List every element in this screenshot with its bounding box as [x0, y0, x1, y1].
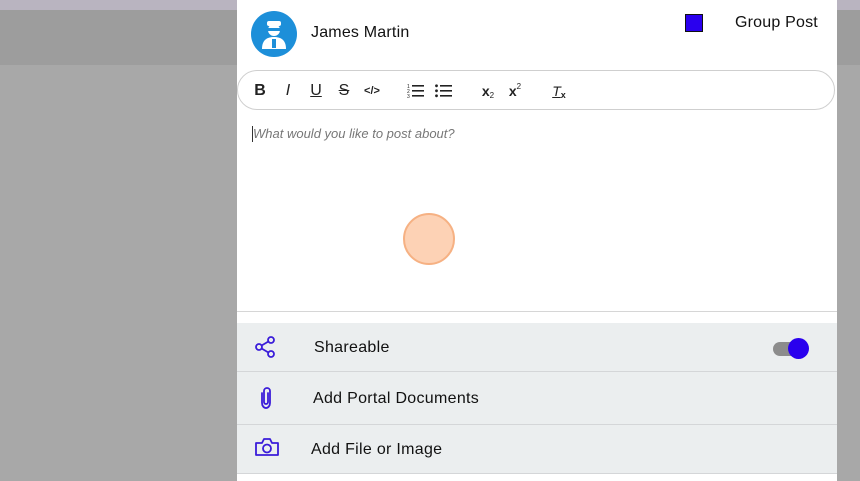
- share-icon: [253, 335, 277, 359]
- svg-text:3: 3: [407, 94, 410, 99]
- formatting-toolbar: B I U S </> 1 2 3 x 2 x 2 T x: [237, 70, 835, 110]
- camera-icon: [254, 436, 280, 458]
- group-post-checkbox[interactable]: [685, 14, 703, 32]
- clear-format-mark: x: [560, 90, 566, 100]
- bullet-list-button[interactable]: [434, 81, 454, 101]
- italic-button[interactable]: I: [280, 81, 296, 101]
- shareable-row[interactable]: Shareable: [237, 323, 837, 372]
- ordered-list-icon: 1 2 3: [407, 84, 424, 99]
- touch-indicator: [403, 213, 455, 265]
- user-name: James Martin: [311, 24, 410, 41]
- file-image-label: Add File or Image: [311, 441, 443, 458]
- superscript-button[interactable]: x2: [505, 81, 525, 101]
- file-image-row[interactable]: Add File or Image: [237, 425, 837, 474]
- bold-button[interactable]: B: [252, 81, 268, 101]
- code-button[interactable]: </>: [362, 81, 382, 101]
- bullet-list-icon: [435, 84, 452, 98]
- clear-format-letter: T: [552, 83, 561, 99]
- clear-format-button[interactable]: Tx: [549, 81, 569, 101]
- paperclip-icon: [255, 386, 277, 410]
- group-post-label[interactable]: Group Post: [735, 14, 818, 32]
- superscript-mark: 2: [516, 81, 522, 91]
- avatar: [251, 11, 297, 57]
- editor-placeholder: What would you like to post about?: [253, 126, 455, 141]
- portal-documents-row[interactable]: Add Portal Documents: [237, 372, 837, 425]
- editor-divider: [237, 311, 837, 312]
- user-avatar-icon: [262, 21, 286, 49]
- shareable-label: Shareable: [314, 339, 390, 356]
- post-composer: James Martin Group Post B I U S </> 1 2 …: [237, 0, 837, 481]
- strikethrough-button[interactable]: S: [336, 81, 352, 101]
- portal-documents-label: Add Portal Documents: [313, 390, 480, 407]
- post-editor[interactable]: What would you like to post about?: [252, 126, 812, 276]
- ordered-list-button[interactable]: 1 2 3: [406, 81, 426, 101]
- subscript-mark: 2: [489, 90, 495, 100]
- shareable-toggle-knob[interactable]: [788, 338, 809, 359]
- underline-button[interactable]: U: [308, 81, 324, 101]
- superscript-letter: x: [508, 83, 517, 99]
- subscript-button[interactable]: x2: [478, 81, 498, 101]
- subscript-letter: x: [481, 83, 490, 99]
